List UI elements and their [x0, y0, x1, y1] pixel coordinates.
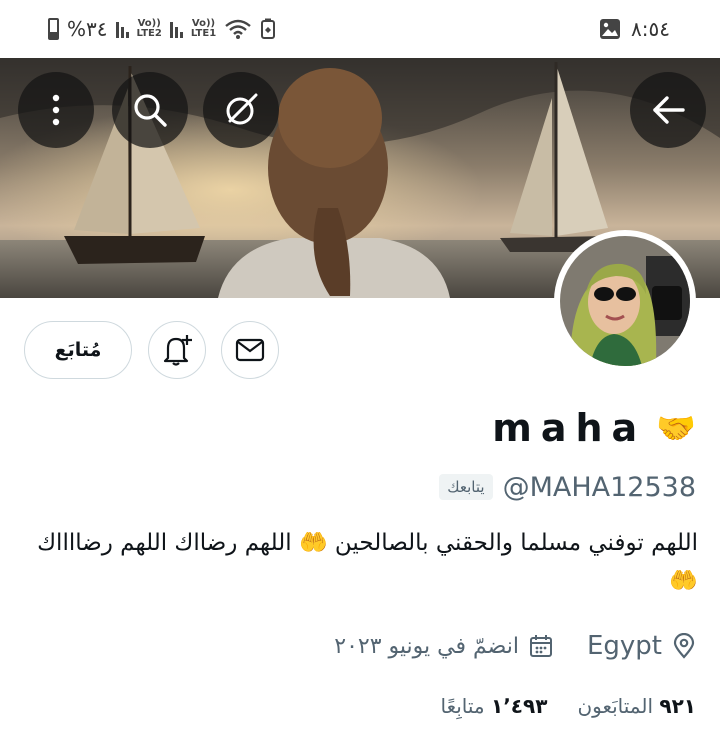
more-icon — [52, 94, 60, 126]
back-button[interactable] — [630, 72, 706, 148]
signal-icon — [115, 20, 129, 38]
handle-row: يتابعك @MAHA12538 — [439, 466, 696, 508]
status-right: ٨:٥٤ — [599, 14, 670, 44]
followers-stat[interactable]: ١٬٤٩٣ متابِعًا — [440, 694, 547, 718]
status-left: %٣٤ Vo)) LTE2 Vo)) LTE1 — [48, 14, 276, 44]
meta-row: انضمّ في يونيو ٢٠٢٣ Egypt — [334, 624, 696, 668]
following-stat-label: المتابَعون — [577, 694, 654, 718]
pray-emoji: 🤲 — [298, 530, 328, 556]
avatar-image — [560, 236, 690, 366]
followers-label: متابِعًا — [440, 694, 485, 718]
status-bar: %٣٤ Vo)) LTE2 Vo)) LTE1 ٨:٥٤ — [0, 0, 720, 58]
follows-you-badge: يتابعك — [439, 474, 493, 500]
notifications-button[interactable] — [148, 321, 206, 379]
location-text: Egypt — [586, 631, 662, 661]
envelope-icon — [235, 338, 265, 362]
stats-row: ١٬٤٩٣ متابِعًا ٩٢١ المتابَعون — [440, 686, 696, 726]
clock: ٨:٥٤ — [631, 17, 670, 41]
battery-percent: %٣٤ — [67, 17, 108, 41]
more-button[interactable] — [18, 72, 94, 148]
grok-button[interactable] — [203, 72, 279, 148]
sim1-volte: Vo)) LTE1 — [190, 18, 217, 39]
followers-count: ١٬٤٩٣ — [491, 694, 548, 718]
following-count: ٩٢١ — [659, 694, 696, 718]
join-date: انضمّ في يونيو ٢٠٢٣ — [334, 633, 519, 659]
location-pin-icon — [673, 633, 695, 659]
back-arrow-icon — [653, 96, 685, 124]
following-stat[interactable]: ٩٢١ المتابَعون — [577, 694, 696, 718]
handshake-emoji: 🤝 — [656, 409, 696, 447]
wifi-icon — [225, 19, 251, 39]
search-icon — [134, 94, 167, 127]
following-label: مُتابَع — [54, 339, 102, 361]
pray-emoji: 🤲 — [669, 568, 698, 594]
gallery-icon — [600, 19, 621, 39]
message-button[interactable] — [221, 321, 279, 379]
signal-icon — [169, 20, 183, 38]
bio: اللهم توفني مسلما والحقني بالصالحين 🤲 ال… — [20, 524, 698, 600]
user-handle: @MAHA12538 — [502, 471, 696, 503]
battery-saver-icon — [261, 18, 276, 39]
grok-icon — [226, 93, 258, 125]
bell-plus-icon — [163, 335, 192, 366]
calendar-icon — [529, 635, 552, 657]
sim2-volte: Vo)) LTE2 — [136, 18, 162, 39]
bio-text-2: اللهم رضااك اللهم رضااااك — [37, 530, 292, 556]
name-row: maha 🤝 — [492, 400, 696, 456]
avatar[interactable] — [554, 230, 696, 372]
search-button[interactable] — [112, 72, 188, 148]
battery-icon — [48, 18, 59, 40]
display-name: maha — [492, 406, 647, 450]
following-button[interactable]: مُتابَع — [24, 321, 132, 379]
bio-text: اللهم توفني مسلما والحقني بالصالحين — [334, 530, 698, 556]
